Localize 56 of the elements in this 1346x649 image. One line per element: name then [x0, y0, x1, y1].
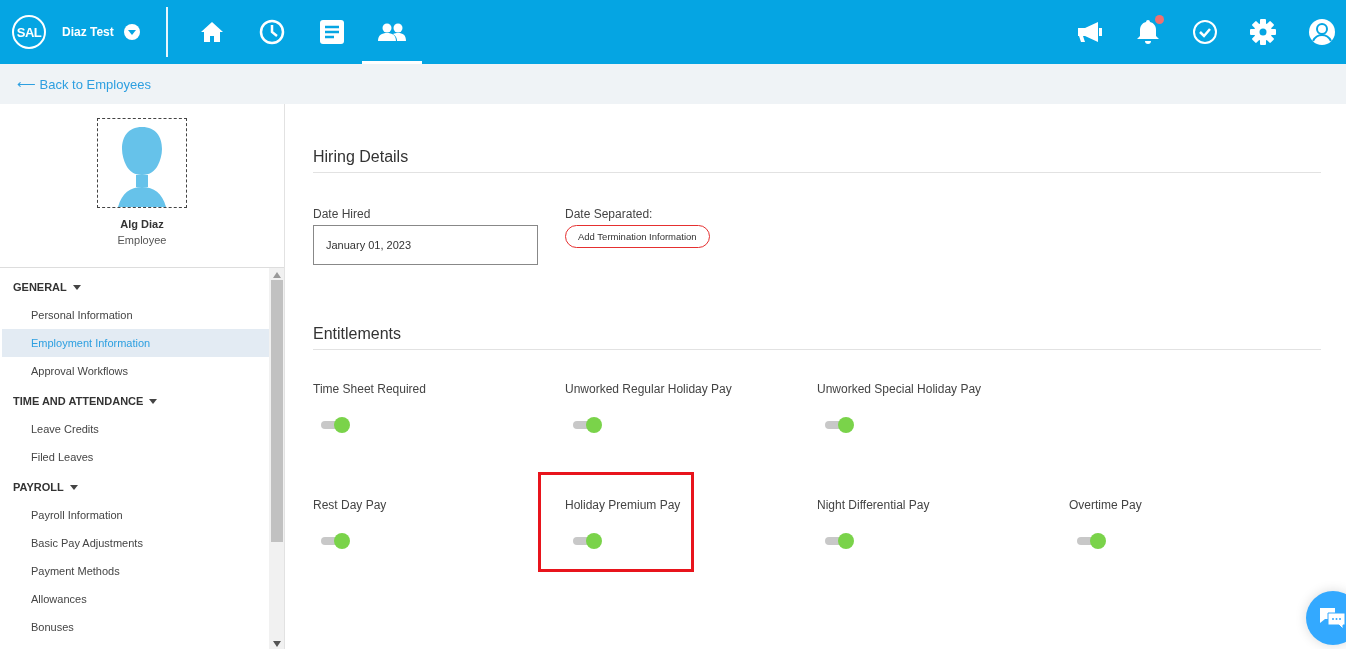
- employee-name: Alg Diaz: [120, 218, 164, 230]
- sidebar-item[interactable]: Allowances: [2, 585, 269, 613]
- people-icon: [377, 23, 406, 41]
- document-icon: [319, 20, 344, 44]
- section-title: Hiring Details: [313, 148, 1321, 173]
- date-hired-field[interactable]: January 01, 2023: [313, 225, 538, 265]
- section-label: TIME AND ATTENDANCE: [13, 395, 144, 407]
- toggle-switch[interactable]: [321, 416, 351, 434]
- company-name: Diaz Test: [62, 25, 114, 39]
- scroll-up-icon[interactable]: [272, 272, 281, 278]
- caret-down-icon: [149, 398, 158, 404]
- caret-down-icon: [69, 484, 78, 490]
- sidebar-item[interactable]: Payroll Information: [2, 501, 269, 529]
- toggle-switch[interactable]: [1077, 532, 1107, 550]
- add-termination-button[interactable]: Add Termination Information: [565, 225, 710, 248]
- sidebar-item[interactable]: Leave Credits: [2, 415, 269, 443]
- toggle-switch[interactable]: [825, 416, 855, 434]
- toggle-switch[interactable]: [573, 416, 603, 434]
- toggle-label: Rest Day Pay: [313, 498, 387, 512]
- user-profile-icon[interactable]: [1308, 18, 1336, 46]
- toggle-label: Time Sheet Required: [313, 382, 426, 396]
- sidebar-item[interactable]: Basic Pay Adjustments: [2, 529, 269, 557]
- section-header[interactable]: PAYROLL: [0, 473, 269, 501]
- toggle-label: Overtime Pay: [1069, 498, 1142, 512]
- chat-button[interactable]: [1306, 591, 1346, 645]
- employee-role: Employee: [117, 234, 167, 246]
- scroll-down-icon[interactable]: [272, 641, 281, 647]
- checkmark-circle-icon[interactable]: [1192, 19, 1218, 45]
- section-header[interactable]: TIME AND ATTENDANCE: [0, 387, 269, 415]
- toggle-label: Unworked Regular Holiday Pay: [565, 382, 732, 396]
- sidebar-item[interactable]: Filed Leaves: [2, 443, 269, 471]
- sidebar-item[interactable]: Approval Workflows: [2, 357, 269, 385]
- caret-down-icon: [72, 284, 81, 290]
- section-title: Entitlements: [313, 325, 1321, 350]
- scrollbar[interactable]: [269, 268, 284, 649]
- home-icon: [199, 21, 224, 43]
- field-label: Date Separated:: [565, 207, 654, 221]
- clock-icon: [258, 19, 285, 45]
- dropdown-icon[interactable]: [123, 24, 140, 40]
- section-label: GENERAL: [13, 281, 67, 293]
- field-label: Date Hired: [313, 207, 372, 221]
- megaphone-icon[interactable]: [1076, 21, 1104, 43]
- sidebar-item[interactable]: Payment Methods: [2, 557, 269, 585]
- section-label: PAYROLL: [13, 481, 64, 493]
- sidebar-item[interactable]: Personal Information: [2, 301, 269, 329]
- toggle-switch[interactable]: [573, 532, 603, 550]
- settings-icon[interactable]: [1250, 19, 1276, 45]
- company-logo: SAL: [12, 15, 46, 49]
- section-header[interactable]: GENERAL: [0, 273, 269, 301]
- toggle-label: Unworked Special Holiday Pay: [817, 382, 982, 396]
- toggle-switch[interactable]: [825, 532, 855, 550]
- toggle-label: Holiday Premium Pay: [565, 498, 681, 512]
- toggle-switch[interactable]: [321, 532, 351, 550]
- sidebar-item[interactable]: Bonuses: [2, 613, 269, 641]
- chat-bubbles-icon: [1319, 606, 1346, 630]
- toggle-label: Night Differential Pay: [817, 498, 930, 512]
